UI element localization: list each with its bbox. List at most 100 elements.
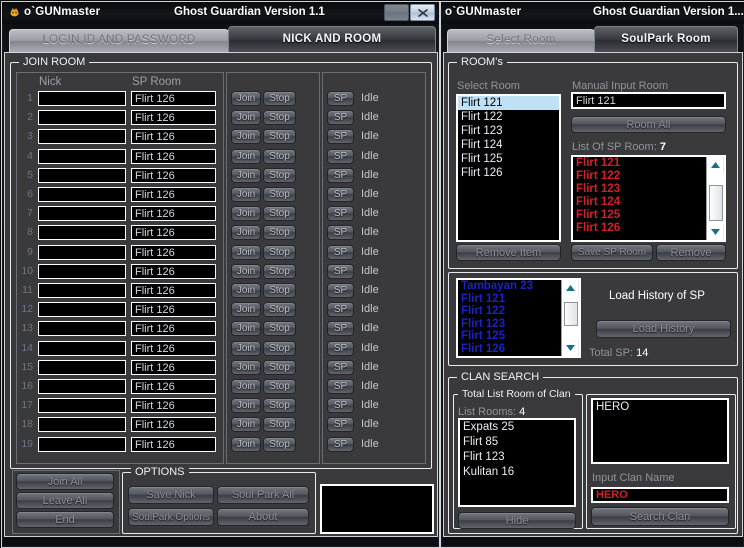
sp-room-input[interactable]: Flirt 126 <box>131 341 216 356</box>
sp-room-input[interactable]: Flirt 126 <box>131 206 216 221</box>
join-button[interactable]: Join <box>231 91 261 106</box>
list-item[interactable]: Flirt 123 <box>573 183 707 196</box>
sp-room-input[interactable]: Flirt 126 <box>131 149 216 164</box>
nick-input[interactable] <box>38 264 126 279</box>
join-button[interactable]: Join <box>231 360 261 375</box>
sp-button[interactable]: SP <box>327 302 354 317</box>
join-button[interactable]: Join <box>231 398 261 413</box>
nick-input[interactable] <box>38 398 126 413</box>
sp-room-input[interactable]: Flirt 126 <box>131 379 216 394</box>
sp-button[interactable]: SP <box>327 379 354 394</box>
sp-room-input[interactable]: Flirt 126 <box>131 283 216 298</box>
sp-button[interactable]: SP <box>327 417 354 432</box>
list-item[interactable]: Flirt 122 <box>458 110 559 124</box>
sp-button[interactable]: SP <box>327 264 354 279</box>
stop-button[interactable]: Stop <box>263 168 296 183</box>
nick-input[interactable] <box>38 245 126 260</box>
tab-select-room[interactable]: Select Room <box>447 29 595 52</box>
sp-button[interactable]: SP <box>327 206 354 221</box>
about-button[interactable]: About <box>217 508 309 526</box>
list-item[interactable]: Flirt 123 <box>460 450 574 465</box>
nick-input[interactable] <box>38 149 126 164</box>
search-clan-button[interactable]: Search Clan <box>591 507 729 526</box>
clan-rooms-listbox[interactable]: Expats 25 Flirt 85 Flirt 123 Kulitan 16 <box>458 418 576 507</box>
window-spacer-button[interactable] <box>384 4 409 21</box>
nick-input[interactable] <box>38 187 126 202</box>
join-button[interactable]: Join <box>231 245 261 260</box>
list-item[interactable]: Flirt 123 <box>458 124 559 138</box>
sp-button[interactable]: SP <box>327 360 354 375</box>
stop-button[interactable]: Stop <box>263 225 296 240</box>
stop-button[interactable]: Stop <box>263 321 296 336</box>
nick-input[interactable] <box>38 225 126 240</box>
list-item[interactable]: Flirt 123 <box>458 318 562 331</box>
join-all-button[interactable]: Join All <box>16 473 114 490</box>
nick-input[interactable] <box>38 129 126 144</box>
list-item[interactable]: Kulitan 16 <box>460 465 574 480</box>
stop-button[interactable]: Stop <box>263 264 296 279</box>
nick-input[interactable] <box>38 283 126 298</box>
nick-input[interactable] <box>38 91 126 106</box>
scroll-up-arrow-icon[interactable] <box>707 157 723 173</box>
nick-input[interactable] <box>38 206 126 221</box>
sp-button[interactable]: SP <box>327 398 354 413</box>
stop-button[interactable]: Stop <box>263 206 296 221</box>
stop-button[interactable]: Stop <box>263 341 296 356</box>
list-item[interactable]: Tambayan 23 <box>458 280 562 293</box>
stop-button[interactable]: Stop <box>263 187 296 202</box>
sp-button[interactable]: SP <box>327 187 354 202</box>
hide-button[interactable]: Hide <box>458 512 576 529</box>
list-item[interactable]: Flirt 125 <box>573 209 707 222</box>
sp-button[interactable]: SP <box>327 149 354 164</box>
list-of-sp-room-listbox[interactable]: Flirt 121 Flirt 122 Flirt 123 Flirt 124 Flir… <box>571 155 726 242</box>
stop-button[interactable]: Stop <box>263 360 296 375</box>
stop-button[interactable]: Stop <box>263 129 296 144</box>
sp-room-input[interactable]: Flirt 126 <box>131 360 216 375</box>
stop-button[interactable]: Stop <box>263 398 296 413</box>
list-item[interactable]: Flirt 85 <box>460 435 574 450</box>
join-button[interactable]: Join <box>231 206 261 221</box>
list-item[interactable]: Flirt 122 <box>573 170 707 183</box>
sp-button[interactable]: SP <box>327 437 354 452</box>
join-button[interactable]: Join <box>231 283 261 298</box>
join-button[interactable]: Join <box>231 379 261 394</box>
sp-room-input[interactable]: Flirt 126 <box>131 168 216 183</box>
join-button[interactable]: Join <box>231 168 261 183</box>
stop-button[interactable]: Stop <box>263 245 296 260</box>
sp-button[interactable]: SP <box>327 129 354 144</box>
sp-room-input[interactable]: Flirt 126 <box>131 302 216 317</box>
clan-result-listbox[interactable]: HERO <box>591 398 729 464</box>
save-sp-room-button[interactable]: Save SP Room <box>571 244 653 261</box>
sp-room-input[interactable]: Flirt 126 <box>131 264 216 279</box>
remove-button[interactable]: Remove <box>656 244 726 261</box>
sp-room-input[interactable]: Flirt 126 <box>131 437 216 452</box>
list-item[interactable]: Flirt 126 <box>458 166 559 180</box>
join-button[interactable]: Join <box>231 417 261 432</box>
input-clan-name-field[interactable]: HERO <box>591 487 729 503</box>
sp-room-input[interactable]: Flirt 126 <box>131 417 216 432</box>
join-button[interactable]: Join <box>231 225 261 240</box>
sp-room-input[interactable]: Flirt 126 <box>131 187 216 202</box>
sp-button[interactable]: SP <box>327 341 354 356</box>
stop-button[interactable]: Stop <box>263 379 296 394</box>
sp-button[interactable]: SP <box>327 110 354 125</box>
list-item[interactable]: Flirt 126 <box>458 343 562 356</box>
list-item[interactable]: Flirt 126 <box>573 222 707 235</box>
join-button[interactable]: Join <box>231 110 261 125</box>
list-item[interactable]: Flirt 121 <box>458 96 559 110</box>
stop-button[interactable]: Stop <box>263 437 296 452</box>
scroll-down-arrow-icon[interactable] <box>707 224 723 240</box>
remove-item-button[interactable]: Remove Item <box>456 244 561 261</box>
history-scrollbar[interactable] <box>561 280 579 356</box>
leave-all-button[interactable]: Leave All <box>16 492 114 509</box>
join-button[interactable]: Join <box>231 321 261 336</box>
join-button[interactable]: Join <box>231 187 261 202</box>
end-button[interactable]: End <box>16 511 114 528</box>
nick-input[interactable] <box>38 341 126 356</box>
sp-room-input[interactable]: Flirt 126 <box>131 245 216 260</box>
select-room-listbox[interactable]: Flirt 121 Flirt 122 Flirt 123 Flirt 124 Flir… <box>456 94 561 242</box>
join-button[interactable]: Join <box>231 264 261 279</box>
stop-button[interactable]: Stop <box>263 302 296 317</box>
nick-input[interactable] <box>38 302 126 317</box>
history-scroll-down-arrow-icon[interactable] <box>562 340 578 356</box>
